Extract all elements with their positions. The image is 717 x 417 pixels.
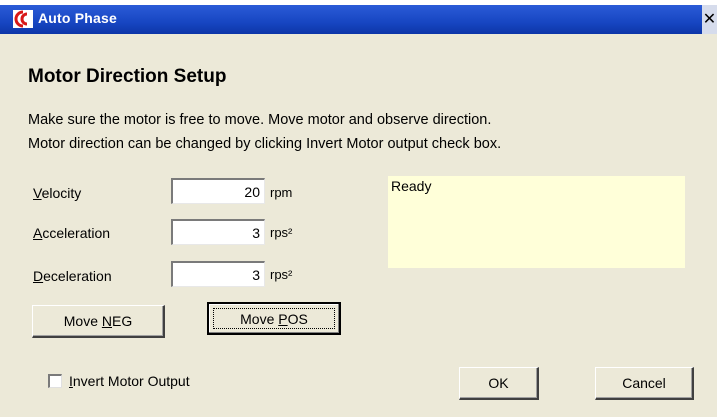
move-pos-label: Move POS: [240, 311, 308, 327]
velocity-unit: rpm: [270, 185, 293, 200]
ok-button[interactable]: OK: [459, 367, 539, 400]
description-line-2: Motor direction can be changed by clicki…: [28, 136, 502, 152]
move-neg-label-prefix: Move: [63, 313, 102, 329]
move-neg-label-mnemonic: N: [101, 313, 112, 329]
title-bar[interactable]: Auto Phase ✕: [0, 0, 717, 34]
move-pos-label-mnemonic: P: [278, 311, 288, 327]
invert-motor-label-text: nvert Motor Output: [72, 373, 190, 389]
invert-motor-label[interactable]: Invert Motor Output: [69, 373, 190, 389]
deceleration-label-text: eceleration: [43, 268, 112, 284]
close-button[interactable]: ✕: [702, 5, 717, 34]
deceleration-unit: rps²: [270, 267, 293, 282]
cancel-button[interactable]: Cancel: [595, 367, 694, 400]
close-icon: ✕: [702, 11, 717, 28]
ok-label: OK: [488, 375, 509, 391]
move-pos-label-suffix: OS: [287, 311, 308, 327]
velocity-field[interactable]: [171, 178, 265, 204]
acceleration-field[interactable]: [171, 219, 265, 245]
auto-phase-dialog: Auto Phase ✕ Motor Direction Setup Make …: [0, 0, 717, 417]
cancel-label: Cancel: [622, 375, 666, 391]
page-title: Motor Direction Setup: [28, 66, 227, 87]
velocity-label-text: elocity: [41, 185, 82, 201]
move-neg-label: Move NEG: [64, 313, 132, 329]
invert-motor-checkbox[interactable]: [48, 374, 62, 388]
acceleration-label-mnemonic: A: [33, 225, 43, 241]
acceleration-unit: rps²: [270, 225, 293, 240]
move-pos-button[interactable]: Move POS: [207, 302, 341, 335]
velocity-label-mnemonic: V: [33, 185, 42, 201]
velocity-label: Velocity: [33, 185, 81, 201]
acceleration-label: Acceleration: [33, 225, 110, 241]
move-neg-label-suffix: EG: [112, 313, 133, 329]
deceleration-label: Deceleration: [33, 268, 112, 284]
window-title: Auto Phase: [38, 10, 118, 26]
move-pos-label-prefix: Move: [240, 311, 279, 327]
app-logo-icon: [13, 10, 33, 28]
description-line-1: Make sure the motor is free to move. Mov…: [28, 112, 492, 128]
move-neg-button[interactable]: Move NEG: [32, 305, 165, 338]
acceleration-label-text: cceleration: [42, 225, 111, 241]
status-display: Ready: [388, 176, 685, 268]
deceleration-label-mnemonic: D: [33, 268, 44, 284]
deceleration-field[interactable]: [171, 261, 265, 287]
